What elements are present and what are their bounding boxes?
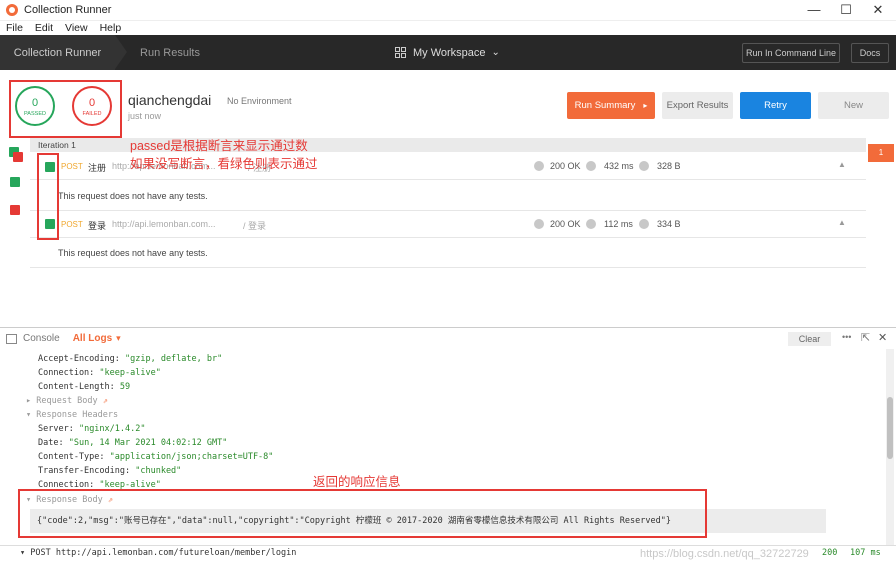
minimize-icon[interactable]: — [806, 2, 822, 17]
iteration-tab[interactable]: 1 [868, 144, 894, 162]
log-line: Connection: "keep-alive" [38, 368, 161, 378]
new-button[interactable]: New [818, 92, 889, 119]
request-name: 登录 [88, 221, 107, 231]
iteration-status-red-icon[interactable] [10, 205, 20, 215]
log-line: Content-Type: "application/json;charset=… [38, 452, 274, 462]
collapse-icon[interactable]: ▲ [838, 218, 846, 227]
iteration-status-green-icon[interactable] [10, 177, 20, 187]
run-time-label: just now [128, 111, 162, 121]
postman-logo-icon [6, 4, 18, 16]
external-link-icon[interactable]: ⇗ [103, 396, 108, 406]
run-summary-label: Run Summary [574, 100, 636, 111]
menu-file[interactable]: File [6, 22, 23, 34]
footer-request-line[interactable]: ▾ POST http://api.lemonban.com/futureloa… [20, 548, 296, 558]
annotation-box-pass [37, 153, 59, 240]
annotation-green-note: 如果没写断言，看绿色则表示通过 [130, 157, 318, 171]
window-title: Collection Runner [24, 4, 112, 16]
request-method: POST [61, 162, 83, 171]
time-dot-icon [586, 219, 596, 229]
menu-help[interactable]: Help [100, 22, 122, 34]
request-url: http://api.lemonban.com... [112, 219, 216, 229]
footer-time: 107 ms [850, 548, 881, 558]
no-tests-message: This request does not have any tests. [30, 238, 866, 268]
annotation-box-counts [9, 80, 122, 138]
run-summary-button[interactable]: Run Summary ▸ [567, 92, 655, 119]
status-dot-icon [534, 219, 544, 229]
response-time: 432 ms [604, 161, 634, 171]
log-line: Transfer-Encoding: "chunked" [38, 466, 182, 476]
request-body-section[interactable]: ▸ Request Body ⇗ [26, 396, 108, 406]
console-scrollbar[interactable] [886, 349, 894, 549]
menu-bar: File Edit View Help [0, 21, 896, 35]
breadcrumb-run-results[interactable]: Run Results [115, 35, 225, 70]
popout-icon[interactable]: ⇱ [861, 331, 870, 344]
retry-button[interactable]: Retry [740, 92, 811, 119]
footer-status: 200 [822, 548, 838, 558]
console-header: Console All Logs ▾ Clear ••• ⇱ ✕ [0, 327, 896, 349]
clear-button[interactable]: Clear [788, 332, 831, 346]
response-status: 200 OK [550, 161, 581, 171]
breadcrumb-collection-runner[interactable]: Collection Runner [0, 35, 127, 70]
request-row[interactable]: POST 登录 http://api.lemonban.com... / 登录 … [30, 211, 866, 238]
console-footer: ▾ POST http://api.lemonban.com/futureloa… [0, 545, 896, 561]
export-results-button[interactable]: Export Results [662, 92, 733, 119]
log-line: Content-Length: 59 [38, 382, 131, 392]
size-dot-icon [639, 161, 649, 171]
caret-right-icon: ▸ [643, 101, 648, 110]
response-size: 328 B [657, 161, 681, 171]
request-method: POST [61, 220, 83, 229]
chevron-down-icon: ⌄ [491, 47, 500, 58]
collapse-icon[interactable]: ▲ [838, 160, 846, 169]
response-status: 200 OK [550, 219, 581, 229]
menu-view[interactable]: View [65, 22, 88, 34]
close-console-icon[interactable]: ✕ [878, 331, 887, 344]
more-options-icon[interactable]: ••• [842, 332, 851, 342]
docs-button[interactable]: Docs [851, 43, 889, 63]
menu-edit[interactable]: Edit [35, 22, 53, 34]
nav-bar: Collection Runner Run Results My Workspa… [0, 35, 896, 70]
response-size: 334 B [657, 219, 681, 229]
watermark-text: https://blog.csdn.net/qq_32722729 [640, 548, 809, 560]
close-icon[interactable]: ✕ [870, 2, 886, 18]
caret-down-icon[interactable]: ▾ [116, 333, 121, 344]
console-icon [6, 333, 17, 344]
size-dot-icon [639, 219, 649, 229]
time-dot-icon [586, 161, 596, 171]
log-line: Date: "Sun, 14 Mar 2021 04:02:12 GMT" [38, 438, 228, 448]
no-tests-message: This request does not have any tests. [30, 181, 866, 211]
log-line: Server: "nginx/1.4.2" [38, 424, 146, 434]
annotation-box-response [18, 489, 707, 538]
request-name: 注册 [88, 163, 107, 173]
request-path: / 登录 [243, 221, 267, 231]
log-filter-dropdown[interactable]: All Logs [73, 333, 112, 344]
annotation-passed-note: passed是根据断言来显示通过数 [130, 139, 308, 153]
workspace-selector[interactable]: My Workspace ⌄ [395, 35, 500, 70]
title-bar: Collection Runner — ☐ ✕ [0, 0, 896, 21]
response-headers-section[interactable]: ▾ Response Headers [26, 410, 118, 420]
workspace-name: My Workspace [413, 46, 486, 59]
iteration-status-red-icon[interactable] [13, 152, 23, 162]
workspace-grid-icon [395, 47, 406, 58]
maximize-icon[interactable]: ☐ [838, 2, 854, 18]
response-time: 112 ms [604, 219, 633, 229]
collection-name: qianchengdai [128, 92, 212, 108]
annotation-response-note: 返回的响应信息 [313, 475, 401, 489]
console-title: Console [23, 333, 60, 344]
scrollbar-thumb[interactable] [887, 397, 893, 459]
environment-label: No Environment [227, 96, 292, 106]
status-dot-icon [534, 161, 544, 171]
iteration-sidebar [0, 138, 30, 325]
log-line: Accept-Encoding: "gzip, deflate, br" [38, 354, 223, 364]
run-in-command-line-button[interactable]: Run In Command Line [742, 43, 840, 63]
